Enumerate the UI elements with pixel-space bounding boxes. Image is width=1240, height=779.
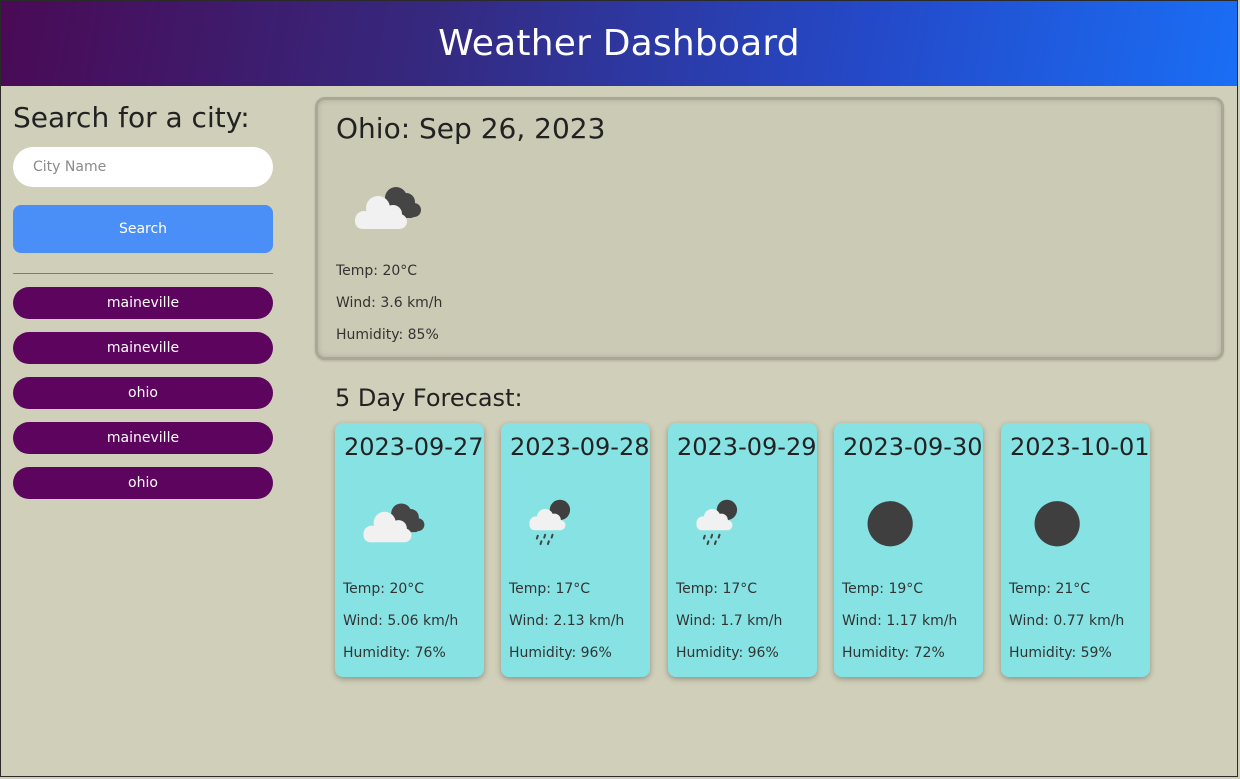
current-city-title: Ohio: Sep 26, 2023 (336, 112, 606, 145)
rain-icon (529, 499, 571, 546)
forecast-date: 2023-09-29 (677, 433, 817, 461)
search-history: maineville maineville ohio maineville oh… (13, 287, 273, 499)
search-heading: Search for a city: (13, 101, 250, 134)
moon-icon (1034, 501, 1080, 547)
forecast-temp: Temp: 17°C (676, 581, 758, 597)
search-button[interactable]: Search (13, 205, 273, 253)
forecast-humidity: Humidity: 72% (842, 645, 945, 661)
current-temp: Temp: 20°C (336, 263, 418, 279)
forecast-temp: Temp: 21°C (1009, 581, 1091, 597)
app-header: Weather Dashboard (1, 1, 1237, 86)
forecast-wind: Wind: 2.13 km/h (509, 613, 625, 629)
forecast-humidity: Humidity: 96% (676, 645, 779, 661)
forecast-humidity: Humidity: 76% (343, 645, 446, 661)
forecast-temp: Temp: 19°C (842, 581, 924, 597)
forecast-temp: Temp: 17°C (509, 581, 591, 597)
current-humidity: Humidity: 85% (336, 327, 439, 343)
forecast-card: 2023-09-30 Temp: 19°C Wind: 1.17 km/h Hu… (834, 423, 983, 677)
forecast-card: 2023-09-28 Temp: 17°C Wind: 2.13 km/h Hu… (501, 423, 650, 677)
forecast-wind: Wind: 5.06 km/h (343, 613, 459, 629)
forecast-date: 2023-09-27 (344, 433, 484, 461)
forecast-card: 2023-09-27 Temp: 20°C Wind: 5.06 km/h Hu… (335, 423, 484, 677)
history-item[interactable]: maineville (13, 332, 273, 364)
current-weather-panel: Ohio: Sep 26, 2023 Temp: 20°C Wind: 3.6 … (315, 97, 1224, 360)
cloudy-icon (363, 503, 425, 543)
forecast-date: 2023-10-01 (1010, 433, 1150, 461)
forecast-date: 2023-09-30 (843, 433, 983, 461)
forecast-temp: Temp: 20°C (343, 581, 425, 597)
forecast-humidity: Humidity: 59% (1009, 645, 1112, 661)
city-search-input[interactable] (13, 147, 273, 187)
rain-icon (696, 499, 738, 546)
forecast-date: 2023-09-28 (510, 433, 650, 461)
forecast-heading: 5 Day Forecast: (335, 384, 523, 412)
divider (13, 273, 273, 274)
forecast-wind: Wind: 0.77 km/h (1009, 613, 1125, 629)
forecast-humidity: Humidity: 96% (509, 645, 612, 661)
forecast-card: 2023-09-29 Temp: 17°C Wind: 1.7 km/h Hum… (668, 423, 817, 677)
page: Weather Dashboard Search for a city: Sea… (0, 0, 1238, 777)
page-title: Weather Dashboard (438, 23, 800, 64)
forecast-cards: 2023-09-27 Temp: 20°C Wind: 5.06 km/h Hu… (335, 423, 1175, 679)
forecast-wind: Wind: 1.17 km/h (842, 613, 958, 629)
current-wind: Wind: 3.6 km/h (336, 295, 443, 311)
forecast-wind: Wind: 1.7 km/h (676, 613, 783, 629)
history-item[interactable]: ohio (13, 467, 273, 499)
history-item[interactable]: maineville (13, 422, 273, 454)
moon-icon (867, 501, 913, 547)
sidebar: Search for a city: Search maineville mai… (13, 97, 273, 512)
history-item[interactable]: maineville (13, 287, 273, 319)
cloudy-icon (355, 187, 421, 229)
history-item[interactable]: ohio (13, 377, 273, 409)
forecast-card: 2023-10-01 Temp: 21°C Wind: 0.77 km/h Hu… (1001, 423, 1150, 677)
